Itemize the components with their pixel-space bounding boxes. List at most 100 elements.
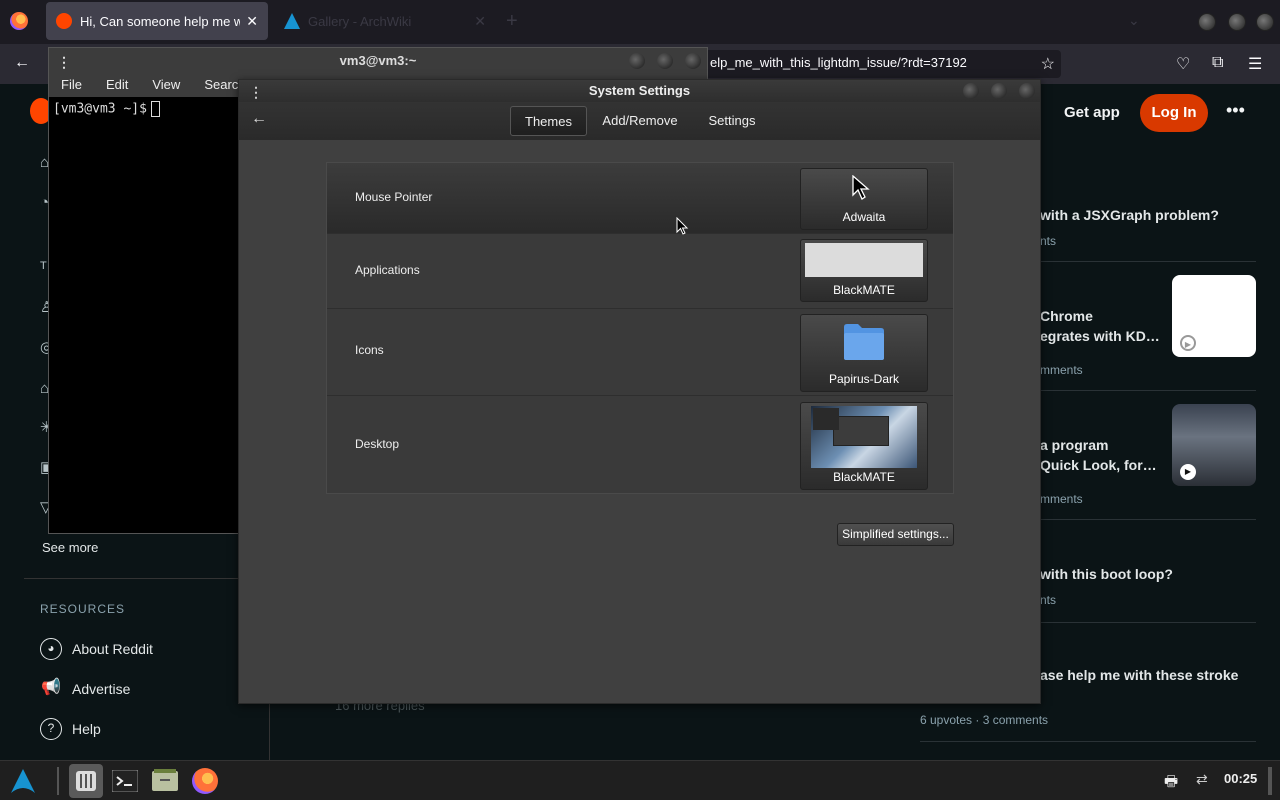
show-desktop-button[interactable]: [1268, 767, 1272, 795]
network-disconnected-icon[interactable]: ⇄: [1196, 771, 1208, 788]
applications-theme-button[interactable]: BlackMATE: [800, 239, 928, 302]
row-label: Icons: [355, 343, 384, 357]
tab-archwiki[interactable]: Gallery - ArchWiki ✕: [274, 2, 496, 40]
feed-item-meta: 6 upvotes · 3 comments: [920, 713, 1049, 727]
close-tab-icon[interactable]: ✕: [474, 13, 486, 30]
extensions-icon[interactable]: ⧉: [1212, 54, 1223, 72]
close-tab-icon[interactable]: ✕: [246, 13, 258, 30]
tab-settings[interactable]: Settings: [699, 106, 765, 136]
firefox-logo-icon[interactable]: [10, 12, 28, 30]
app-theme-preview: [805, 243, 923, 277]
about-reddit-link[interactable]: ◕ About Reddit: [40, 638, 153, 660]
feed-item-meta: nts: [1040, 234, 1057, 248]
settings-header: ← Themes Add/Remove Settings: [239, 102, 1040, 140]
advertise-link[interactable]: 📢 Advertise: [40, 678, 130, 700]
text-cursor: [150, 101, 160, 117]
clock[interactable]: 00:25: [1224, 771, 1257, 786]
topics-icon: T: [40, 260, 47, 272]
theme-name: Adwaita: [842, 210, 886, 224]
theme-row-icons[interactable]: Icons Papirus-Dark: [327, 310, 953, 396]
advertise-label: Advertise: [72, 681, 131, 697]
menu-file[interactable]: File: [49, 73, 94, 97]
maximize-window-icon[interactable]: [1228, 13, 1246, 31]
feed-thumbnail[interactable]: ▶: [1172, 404, 1256, 486]
hamburger-menu-icon[interactable]: ☰: [1248, 54, 1262, 74]
tab-themes[interactable]: Themes: [510, 106, 587, 136]
about-reddit-label: About Reddit: [72, 641, 153, 657]
new-tab-icon[interactable]: +: [506, 10, 518, 33]
close-window-icon[interactable]: [1256, 13, 1274, 31]
bookmark-star-icon[interactable]: ☆: [1041, 54, 1055, 74]
back-arrow-icon[interactable]: ←: [251, 110, 267, 128]
maximize-window-icon[interactable]: [991, 83, 1007, 99]
folder-icon: [844, 324, 884, 360]
login-button[interactable]: Log In: [1140, 94, 1208, 132]
pocket-icon[interactable]: ♡: [1176, 54, 1190, 74]
file-manager-app-icon[interactable]: [148, 764, 182, 798]
megaphone-icon: 📢: [41, 679, 61, 696]
feed-item-title[interactable]: a program Quick Look, for…: [1040, 435, 1157, 475]
feed-item-title[interactable]: ase help me with these stroke: [1040, 665, 1238, 685]
printer-icon[interactable]: 🖶: [1164, 771, 1178, 796]
theme-row-desktop[interactable]: Desktop BlackMATE: [327, 397, 953, 493]
cursor-preview-icon: [852, 175, 870, 200]
feed-item-meta: nts: [1040, 593, 1057, 607]
feed-item-title[interactable]: with this boot loop?: [1040, 564, 1173, 584]
play-icon: ▶: [1180, 464, 1196, 480]
reddit-favicon-icon: [56, 13, 72, 29]
feed-item-title[interactable]: with a JSXGraph problem?: [1040, 205, 1219, 225]
menu-edit[interactable]: Edit: [94, 73, 140, 97]
desktop-wallpaper-preview: [811, 406, 917, 468]
tab-list-chevron-icon[interactable]: ⌄: [1128, 12, 1140, 29]
icons-theme-button[interactable]: Papirus-Dark: [800, 314, 928, 392]
window-preview: [833, 416, 889, 446]
row-label: Mouse Pointer: [355, 190, 433, 204]
tab-add-remove[interactable]: Add/Remove: [594, 106, 686, 136]
settings-titlebar[interactable]: ⋮ System Settings: [239, 80, 1040, 102]
get-app-button[interactable]: Get app: [1054, 96, 1130, 130]
help-label: Help: [72, 721, 101, 737]
feed-item-meta: mments: [1040, 492, 1083, 506]
menu-view[interactable]: View: [140, 73, 192, 97]
feed-item-meta: mments: [1040, 363, 1083, 377]
maximize-window-icon[interactable]: [657, 53, 673, 69]
help-link[interactable]: ? Help: [40, 718, 101, 740]
settings-app-icon[interactable]: [69, 764, 103, 798]
simplified-settings-button[interactable]: Simplified settings...: [837, 523, 954, 546]
shell-prompt: [vm3@vm3 ~]$: [53, 101, 147, 117]
feed-thumbnail[interactable]: ▶: [1172, 275, 1256, 357]
terminal-title: vm3@vm3:~: [339, 53, 417, 68]
firefox-app-icon[interactable]: [188, 764, 222, 798]
resources-heading: RESOURCES: [40, 602, 126, 616]
separator: [57, 767, 59, 795]
back-arrow-icon[interactable]: ←: [14, 54, 30, 72]
close-window-icon[interactable]: [1019, 83, 1035, 99]
window-menu-icon[interactable]: ⋮: [249, 81, 263, 103]
terminal-app-icon[interactable]: [108, 764, 142, 798]
theme-row-applications[interactable]: Applications BlackMATE: [327, 235, 953, 309]
theme-name: BlackMATE: [833, 283, 895, 297]
divider: [1040, 622, 1256, 623]
desktop-theme-button[interactable]: BlackMATE: [800, 402, 928, 490]
theme-list: Mouse Pointer Adwaita Applications Black…: [326, 162, 954, 494]
get-app-label: Get app: [1064, 104, 1120, 121]
help-icon: ?: [40, 718, 62, 740]
mouse-pointer-theme-button[interactable]: Adwaita: [800, 168, 928, 230]
url-text: elp_me_with_this_lightdm_issue/?rdt=3719…: [710, 55, 967, 70]
theme-row-mouse-pointer[interactable]: Mouse Pointer Adwaita: [327, 163, 953, 234]
more-options-icon[interactable]: •••: [1226, 100, 1245, 121]
see-more-link[interactable]: See more: [42, 540, 98, 555]
terminal-titlebar[interactable]: ⋮ vm3@vm3:~: [49, 48, 707, 73]
theme-name: Papirus-Dark: [828, 372, 900, 386]
minimize-window-icon[interactable]: [963, 83, 979, 99]
browser-tab-bar: Hi, Can someone help me with ✕ Gallery -…: [0, 0, 1280, 44]
close-window-icon[interactable]: [685, 53, 701, 69]
url-bar[interactable]: elp_me_with_this_lightdm_issue/?rdt=3719…: [700, 50, 1061, 78]
window-menu-icon[interactable]: ⋮: [57, 50, 71, 75]
feed-item-title[interactable]: Chrome egrates with KD…: [1040, 306, 1160, 346]
minimize-window-icon[interactable]: [629, 53, 645, 69]
minimize-window-icon[interactable]: [1198, 13, 1216, 31]
arch-favicon-icon: [284, 13, 300, 29]
arch-menu-icon[interactable]: [6, 764, 40, 798]
tab-reddit[interactable]: Hi, Can someone help me with ✕: [46, 2, 268, 40]
